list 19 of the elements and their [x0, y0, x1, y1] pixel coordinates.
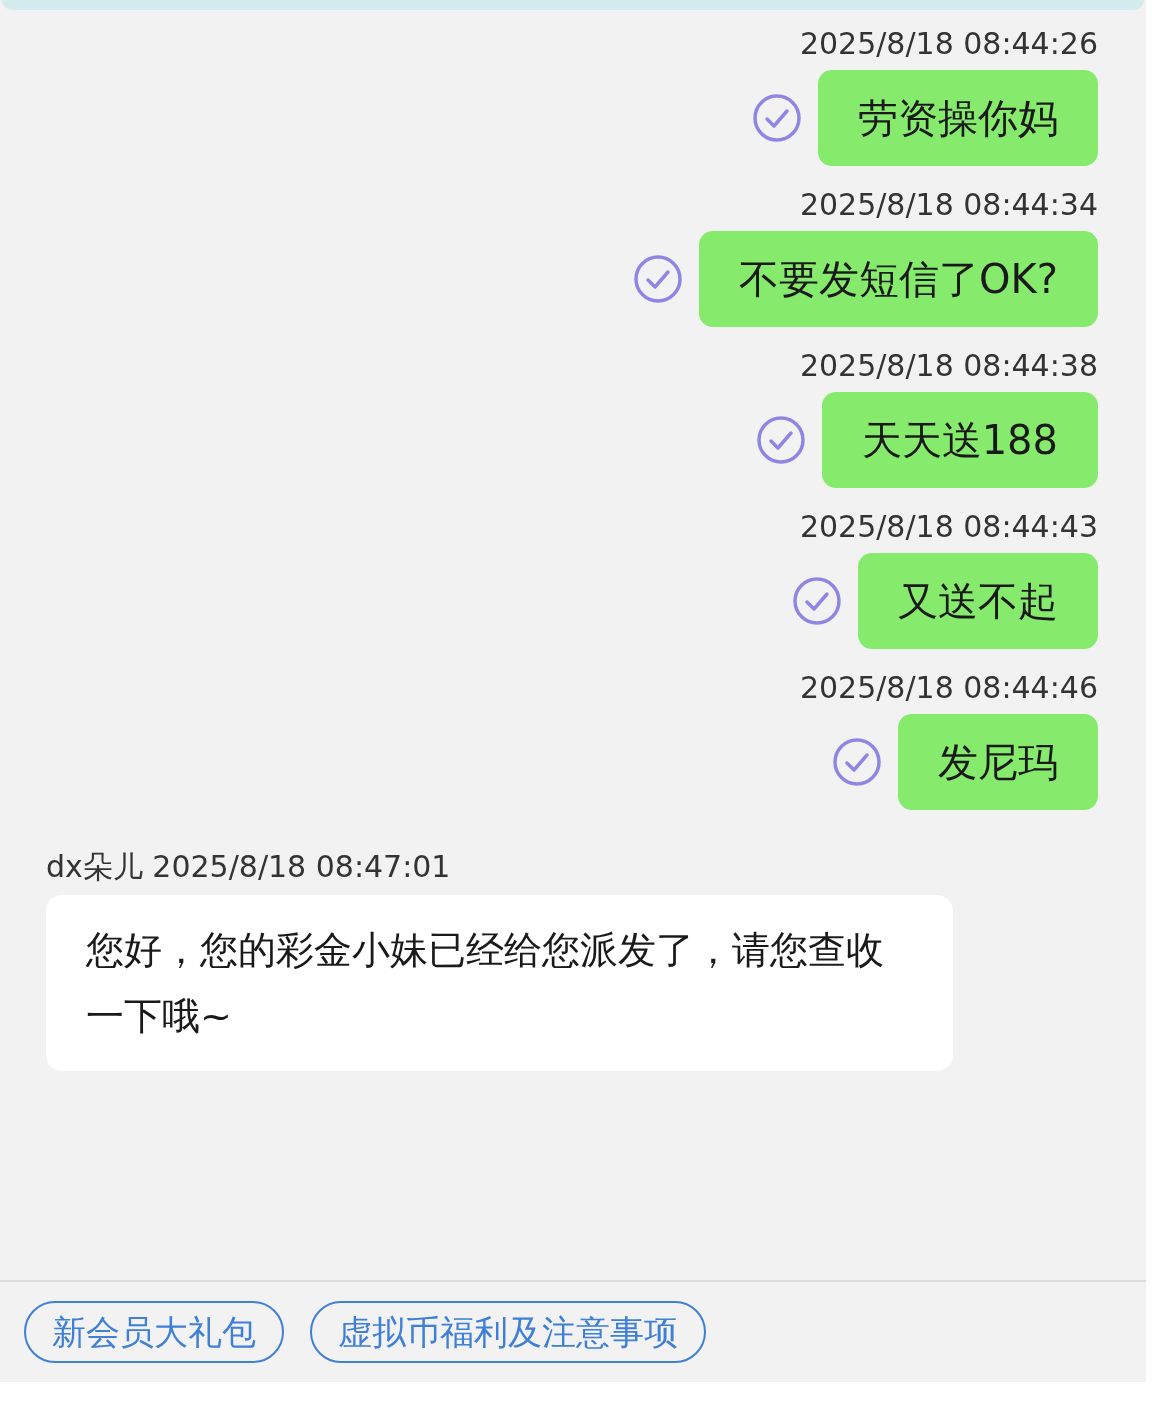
sender-and-time: dx朵儿 2025/8/18 08:47:01 — [46, 848, 451, 886]
check-circle-icon — [832, 737, 882, 787]
check-circle-icon — [792, 576, 842, 626]
message-time: 2025/8/18 08:44:26 — [799, 25, 1098, 63]
sent-message-bubble: 不要发短信了OK? — [699, 231, 1098, 327]
quick-reply-button[interactable]: 虚拟币福利及注意事项 — [310, 1301, 706, 1363]
sent-message-bubble: 又送不起 — [858, 553, 1098, 649]
check-circle-icon — [633, 254, 684, 304]
quick-reply-button[interactable]: 新会员大礼包 — [24, 1301, 284, 1363]
sent-message-bubble: 发尼玛 — [898, 714, 1098, 810]
check-circle-icon — [755, 415, 806, 465]
sent-message-bubble: 天天送188 — [821, 392, 1098, 488]
message-time: 2025/8/18 08:44:34 — [799, 186, 1098, 224]
received-message-bubble: 您好，您的彩金小妹已经给您派发了，请您查收一下哦~ — [46, 895, 953, 1071]
message-time: 2025/8/18 08:44:38 — [799, 347, 1098, 385]
message-time: 2025/8/18 08:44:43 — [799, 508, 1098, 546]
check-circle-icon — [752, 93, 802, 143]
sent-message-bubble: 劳资操你妈 — [818, 70, 1098, 166]
message-time: 2025/8/18 08:44:46 — [799, 669, 1098, 707]
